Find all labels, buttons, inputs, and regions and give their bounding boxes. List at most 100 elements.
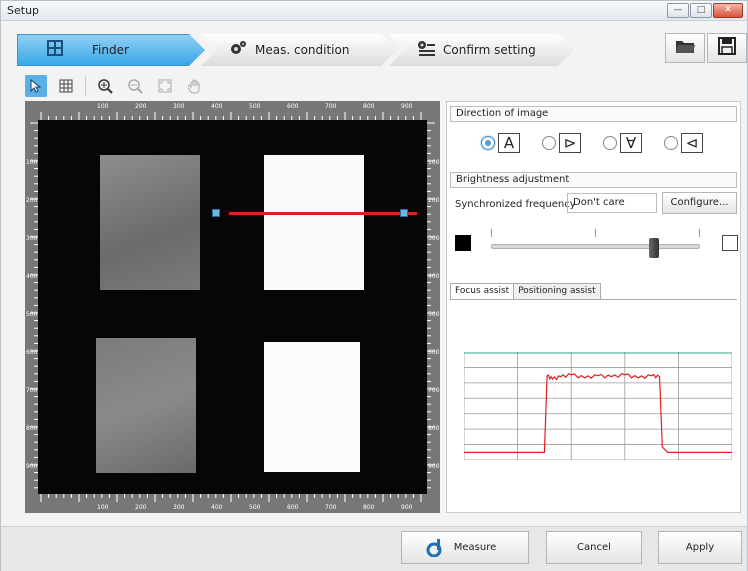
ruler-top-label: 300 (173, 103, 185, 110)
maximize-button[interactable]: □ (690, 3, 712, 18)
ruler-left-label: 600 (26, 349, 38, 356)
save-file-button[interactable] (707, 33, 747, 63)
measurement-end-handle[interactable] (400, 209, 408, 217)
direction-option-normal[interactable]: A (481, 133, 520, 153)
crosshair-icon (46, 40, 64, 60)
dark-swatch (455, 235, 471, 251)
ruler-right-label: 800 (428, 425, 440, 432)
direction-radio[interactable] (664, 136, 678, 150)
step-meas-condition[interactable]: Meas. condition (201, 34, 397, 66)
ruler-bottom (25, 494, 440, 513)
ruler-bottom-label: 600 (287, 504, 299, 511)
focus-profile-line (464, 372, 732, 454)
grid-tool-icon[interactable] (55, 75, 77, 97)
step-finder[interactable]: Finder (17, 34, 205, 66)
ruler-bottom-label: 500 (249, 504, 261, 511)
ruler-bottom-label: 400 (211, 504, 223, 511)
direction-radio[interactable] (481, 136, 495, 150)
ruler-top-label: 700 (325, 103, 337, 110)
step-meas-condition-label: Meas. condition (255, 43, 350, 57)
floppy-disk-icon (718, 37, 736, 59)
settings-panel: Direction of image A ⊳ ∀ ⊲ Brightness ad… (446, 101, 741, 513)
ruler-left-label: 100 (26, 159, 38, 166)
open-file-button[interactable] (665, 33, 705, 63)
zoom-out-icon[interactable] (124, 75, 146, 97)
minimize-button[interactable]: — (667, 3, 689, 18)
gears-icon (229, 40, 247, 60)
direction-option-rotated-right[interactable]: ⊳ (542, 133, 581, 153)
step-confirm-setting[interactable]: Confirm setting (389, 34, 574, 66)
ruler-left-label: 800 (26, 425, 38, 432)
direction-glyph: A (498, 133, 520, 153)
ruler-left-label: 200 (26, 197, 38, 204)
step-finder-label: Finder (92, 43, 129, 57)
assist-tabs: Focus assist Positioning assist (450, 283, 601, 300)
setup-window: Setup — □ ✕ Finder Meas. condition Confi… (0, 0, 748, 571)
brightness-slider[interactable] (491, 244, 700, 249)
image-toolbar (25, 74, 206, 98)
toolbar-separator (85, 76, 86, 96)
ruler-top (25, 101, 440, 120)
direction-glyph: ∀ (620, 133, 642, 153)
window-controls: — □ ✕ (667, 3, 743, 18)
direction-option-rotated-left[interactable]: ⊲ (664, 133, 703, 153)
ruler-left-label: 400 (26, 273, 38, 280)
ruler-bottom-label: 700 (325, 504, 337, 511)
ruler-bottom-label: 100 (97, 504, 109, 511)
light-swatch (722, 235, 738, 251)
ruler-right-label: 600 (428, 349, 440, 356)
settings-list-icon (417, 40, 435, 60)
ruler-bottom-label: 900 (401, 504, 413, 511)
ruler-top-label: 100 (97, 103, 109, 110)
ruler-top-label: 200 (135, 103, 147, 110)
configure-button[interactable]: Configure... (662, 192, 737, 214)
slider-tick (491, 229, 492, 237)
measure-button[interactable]: Measure (401, 531, 529, 564)
ruler-top-label: 800 (363, 103, 375, 110)
direction-options: A ⊳ ∀ ⊲ (481, 133, 703, 153)
ruler-bottom-label: 200 (135, 504, 147, 511)
camera-image[interactable] (38, 120, 427, 494)
pan-hand-icon[interactable] (184, 75, 206, 97)
ruler-right-label: 900 (428, 463, 440, 470)
title-bar: Setup — □ ✕ (1, 1, 747, 21)
measure-icon (426, 539, 442, 570)
ruler-top-label: 900 (401, 103, 413, 110)
close-button[interactable]: ✕ (713, 3, 743, 18)
fit-view-icon[interactable] (154, 75, 176, 97)
direction-radio[interactable] (603, 136, 617, 150)
ruler-bottom-label: 300 (173, 504, 185, 511)
ruler-left-label: 700 (26, 387, 38, 394)
ruler-bottom-label: 800 (363, 504, 375, 511)
measurement-start-handle[interactable] (212, 209, 220, 217)
window-title: Setup (7, 4, 40, 17)
measure-label: Measure (453, 542, 497, 553)
ruler-left-label: 300 (26, 235, 38, 242)
ruler-right-label: 300 (428, 235, 440, 242)
tab-focus-assist[interactable]: Focus assist (450, 283, 515, 300)
ruler-right-label: 500 (428, 311, 440, 318)
target-gray-bottom (96, 338, 196, 473)
tab-positioning-assist[interactable]: Positioning assist (513, 283, 601, 300)
ruler-top-label: 500 (249, 103, 261, 110)
sync-frequency-label: Synchronized frequency (455, 199, 576, 210)
target-gray-top (100, 155, 200, 290)
pointer-tool-icon[interactable] (25, 75, 47, 97)
ruler-top-label: 600 (287, 103, 299, 110)
sync-frequency-field[interactable]: Don't care (567, 193, 657, 213)
direction-radio[interactable] (542, 136, 556, 150)
apply-button[interactable]: Apply (658, 531, 742, 564)
direction-option-flipped[interactable]: ∀ (603, 133, 642, 153)
image-viewer[interactable]: 100 200 300 400 500 600 700 800 900 100 … (25, 101, 440, 513)
cancel-button[interactable]: Cancel (546, 531, 642, 564)
ruler-left-label: 500 (26, 311, 38, 318)
brightness-section-title: Brightness adjustment (450, 172, 737, 188)
ruler-top-label: 400 (211, 103, 223, 110)
focus-assist-pane (450, 299, 737, 509)
focus-profile-chart (464, 352, 732, 460)
slider-tick (699, 229, 700, 237)
direction-glyph: ⊳ (559, 133, 581, 153)
measurement-line[interactable] (229, 212, 417, 215)
brightness-slider-thumb[interactable] (649, 238, 660, 258)
zoom-in-icon[interactable] (94, 75, 116, 97)
